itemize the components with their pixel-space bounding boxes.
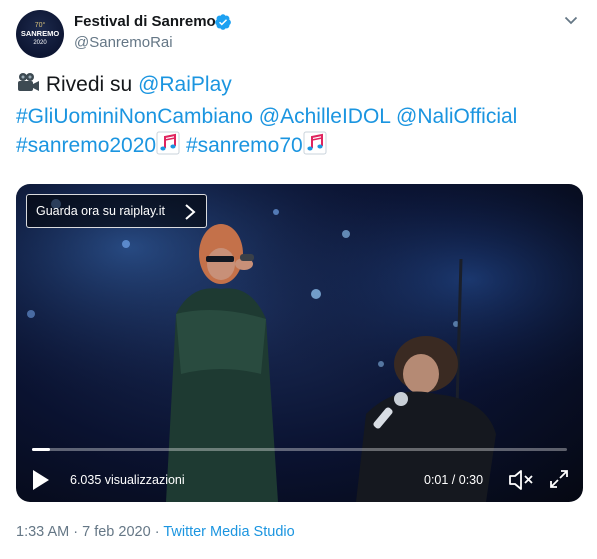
- hashtag-gliuomininoncambiano[interactable]: #GliUominiNonCambiano: [16, 105, 253, 128]
- tweet-line-1: Rivedi su @RaiPlay: [16, 70, 581, 102]
- fullscreen-icon[interactable]: [549, 469, 569, 489]
- tweet-line-3: #sanremo2020 #sanremo70: [16, 131, 581, 163]
- hashtag-sanremo2020[interactable]: #sanremo2020: [16, 134, 156, 157]
- verified-badge-icon: [214, 13, 232, 31]
- video-time: 0:01 / 0:30: [424, 473, 484, 487]
- avatar[interactable]: 70° SANREMO 2020: [16, 10, 64, 58]
- progress-bar[interactable]: [32, 448, 567, 451]
- mention-achilleidol[interactable]: @AchilleIDOL: [259, 105, 390, 128]
- tweet-time[interactable]: 1:33 AM: [16, 524, 69, 540]
- hashtag-sanremo70[interactable]: #sanremo70: [186, 134, 303, 157]
- avatar-text-year: 2020: [33, 40, 47, 46]
- tweet-word-rivedi: Rivedi su: [45, 73, 133, 96]
- avatar-text-70: 70°: [35, 21, 46, 29]
- handle[interactable]: @SanremoRai: [74, 34, 173, 51]
- promo-label: Guarda ora su raiplay.it: [36, 204, 165, 218]
- movie-camera-icon: [16, 72, 40, 102]
- video-player[interactable]: Guarda ora su raiplay.it 6.035 visualizz…: [16, 184, 583, 502]
- sanremo-note-icon: [303, 131, 327, 163]
- video-frame: [16, 184, 583, 502]
- chevron-right-icon: [182, 203, 198, 221]
- play-icon[interactable]: [30, 468, 52, 492]
- tweet-text: Rivedi su @RaiPlay #GliUominiNonCambiano…: [16, 70, 581, 163]
- sanremo-note-icon: [156, 131, 180, 163]
- view-count: 6.035 visualizzazioni: [70, 473, 185, 487]
- volume-muted-icon[interactable]: [508, 468, 534, 492]
- tweet-meta: 1:33 AM · 7 feb 2020 · Twitter Media Stu…: [16, 524, 295, 540]
- mention-naliofficial[interactable]: @NaliOfficial: [396, 105, 517, 128]
- progress-fill: [32, 448, 50, 451]
- mention-raiplay[interactable]: @RaiPlay: [138, 73, 232, 96]
- tweet-line-2: #GliUominiNonCambiano @AchilleIDOL @Nali…: [16, 102, 581, 131]
- avatar-text-sanremo: SANREMO: [21, 29, 60, 38]
- tweet-date[interactable]: 7 feb 2020: [82, 524, 151, 540]
- tweet-source[interactable]: Twitter Media Studio: [163, 524, 294, 540]
- meta-separator: ·: [154, 524, 160, 540]
- display-name[interactable]: Festival di Sanremo: [74, 13, 216, 30]
- raiplay-promo-button[interactable]: Guarda ora su raiplay.it: [26, 194, 207, 228]
- meta-separator: ·: [73, 524, 79, 540]
- chevron-down-icon[interactable]: [563, 12, 579, 28]
- tweet-header: 70° SANREMO 2020 Festival di Sanremo @Sa…: [16, 10, 581, 58]
